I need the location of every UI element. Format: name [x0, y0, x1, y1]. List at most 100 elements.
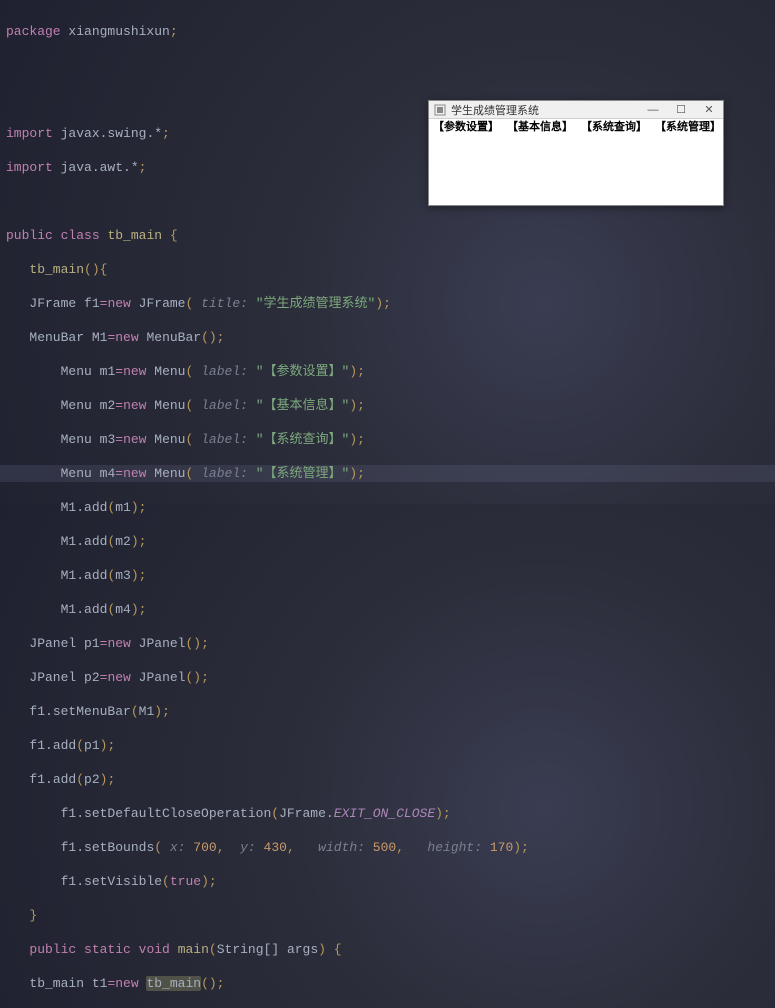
type: Menu [154, 398, 185, 413]
method: setDefaultCloseOperation [84, 806, 271, 821]
var: m3 [100, 432, 116, 447]
menu-item-basic-info[interactable]: 【基本信息】 [507, 119, 571, 136]
type: Menu [154, 466, 185, 481]
param-hint: label: [201, 432, 248, 447]
import-path: java.awt.* [61, 160, 139, 175]
class-name: tb_main [107, 228, 162, 243]
var: f1 [61, 840, 77, 855]
type: JPanel [139, 670, 186, 685]
type: Menu [61, 364, 92, 379]
type-highlighted: tb_main [146, 976, 201, 991]
keyword: new [123, 398, 146, 413]
type: MenuBar [146, 330, 201, 345]
keyword: new [107, 636, 130, 651]
var: M1 [61, 568, 77, 583]
keyword: new [107, 670, 130, 685]
param-hint: label: [201, 364, 248, 379]
constructor-name: tb_main [29, 262, 84, 277]
type: JFrame [279, 806, 326, 821]
param-hint: height: [427, 840, 482, 855]
menu-item-params[interactable]: 【参数设置】 [433, 119, 497, 136]
param-hint: x: [170, 840, 186, 855]
type: String[] [217, 942, 279, 957]
method: add [53, 772, 76, 787]
string-literal: "【参数设置】" [256, 364, 350, 379]
number-literal: 430 [264, 840, 287, 855]
string-literal: "学生成绩管理系统" [256, 296, 376, 311]
keyword: new [123, 432, 146, 447]
method: setMenuBar [53, 704, 131, 719]
var: M1 [139, 704, 155, 719]
var: m4 [100, 466, 116, 481]
type: JPanel [139, 636, 186, 651]
param-name: args [287, 942, 318, 957]
type: Menu [154, 432, 185, 447]
var: f1 [29, 704, 45, 719]
method-name: main [178, 942, 209, 957]
window-titlebar[interactable]: 学生成绩管理系统 — ☐ ✕ [429, 101, 723, 119]
number-literal: 500 [373, 840, 396, 855]
java-app-window[interactable]: 学生成绩管理系统 — ☐ ✕ 【参数设置】 【基本信息】 【系统查询】 【系统管… [428, 100, 724, 206]
param-hint: title: [201, 296, 248, 311]
var: p1 [84, 636, 100, 651]
method: add [53, 738, 76, 753]
method: add [84, 534, 107, 549]
var: m2 [100, 398, 116, 413]
var: M1 [61, 500, 77, 515]
java-app-icon [433, 103, 447, 117]
window-close-button[interactable]: ✕ [695, 101, 723, 119]
constant: EXIT_ON_CLOSE [334, 806, 435, 821]
keyword: new [123, 364, 146, 379]
type: Menu [61, 432, 92, 447]
keyword: new [115, 976, 138, 991]
var: M1 [92, 330, 108, 345]
method: add [84, 568, 107, 583]
method: add [84, 602, 107, 617]
param-hint: width: [318, 840, 365, 855]
keyword: import [6, 126, 53, 141]
type: JFrame [29, 296, 76, 311]
keyword: new [115, 330, 138, 345]
string-literal: "【基本信息】" [256, 398, 350, 413]
type: tb_main [29, 976, 84, 991]
var: f1 [84, 296, 100, 311]
keyword: static [84, 942, 131, 957]
var: p1 [84, 738, 100, 753]
keyword: class [61, 228, 100, 243]
method: add [84, 500, 107, 515]
param-hint: label: [201, 466, 248, 481]
type: Menu [154, 364, 185, 379]
var: m2 [115, 534, 131, 549]
keyword: public [29, 942, 76, 957]
string-literal: "【系统管理】" [256, 466, 350, 481]
method: setVisible [84, 874, 162, 889]
number-literal: 700 [193, 840, 216, 855]
import-path: javax.swing.* [61, 126, 162, 141]
type: JFrame [139, 296, 186, 311]
keyword: new [123, 466, 146, 481]
keyword: package [6, 24, 61, 39]
type: Menu [61, 398, 92, 413]
type: JPanel [29, 670, 76, 685]
menu-item-system-manage[interactable]: 【系统管理】 [655, 119, 719, 136]
var: p2 [84, 670, 100, 685]
window-title: 学生成绩管理系统 [451, 102, 639, 118]
keyword: void [139, 942, 170, 957]
window-minimize-button[interactable]: — [639, 101, 667, 119]
type: MenuBar [29, 330, 84, 345]
var: f1 [61, 874, 77, 889]
keyword: true [170, 874, 201, 889]
type: JPanel [29, 636, 76, 651]
package-name: xiangmushixun [68, 24, 169, 39]
method: setBounds [84, 840, 154, 855]
string-literal: "【系统查询】" [256, 432, 350, 447]
var: M1 [61, 534, 77, 549]
app-menubar: 【参数设置】 【基本信息】 【系统查询】 【系统管理】 [429, 119, 723, 136]
var: f1 [29, 772, 45, 787]
var: m3 [115, 568, 131, 583]
window-maximize-button[interactable]: ☐ [667, 101, 695, 119]
var: m4 [115, 602, 131, 617]
menu-item-system-query[interactable]: 【系统查询】 [581, 119, 645, 136]
keyword: import [6, 160, 53, 175]
param-hint: label: [201, 398, 248, 413]
